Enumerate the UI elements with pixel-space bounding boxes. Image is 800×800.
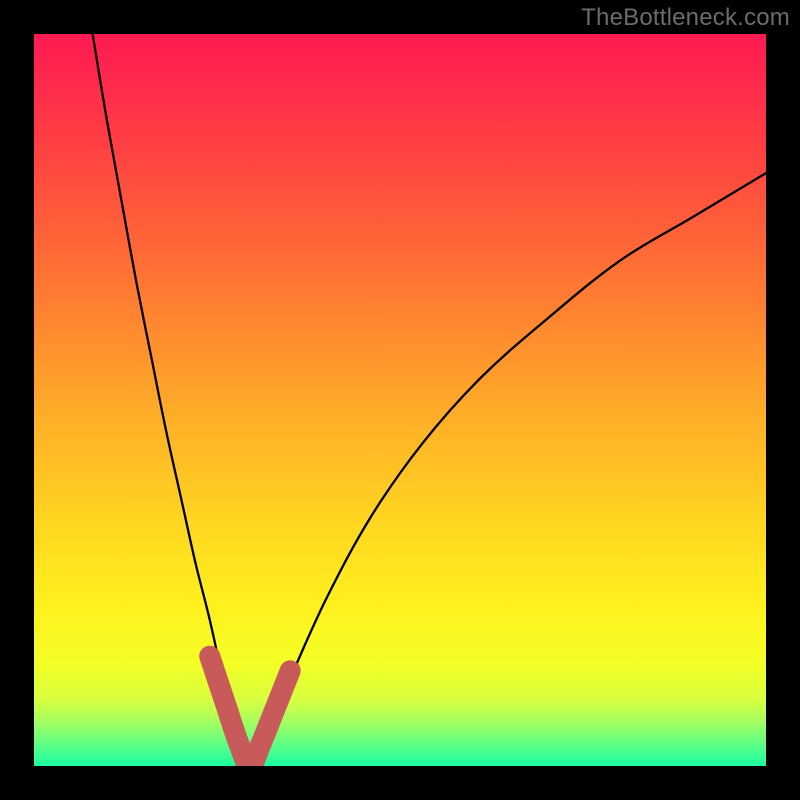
highlight-band xyxy=(210,656,291,766)
watermark-text: TheBottleneck.com xyxy=(581,4,790,32)
chart-frame: TheBottleneck.com xyxy=(0,0,800,800)
plot-area xyxy=(34,34,766,766)
bottleneck-curve xyxy=(93,34,766,766)
chart-svg xyxy=(34,34,766,766)
